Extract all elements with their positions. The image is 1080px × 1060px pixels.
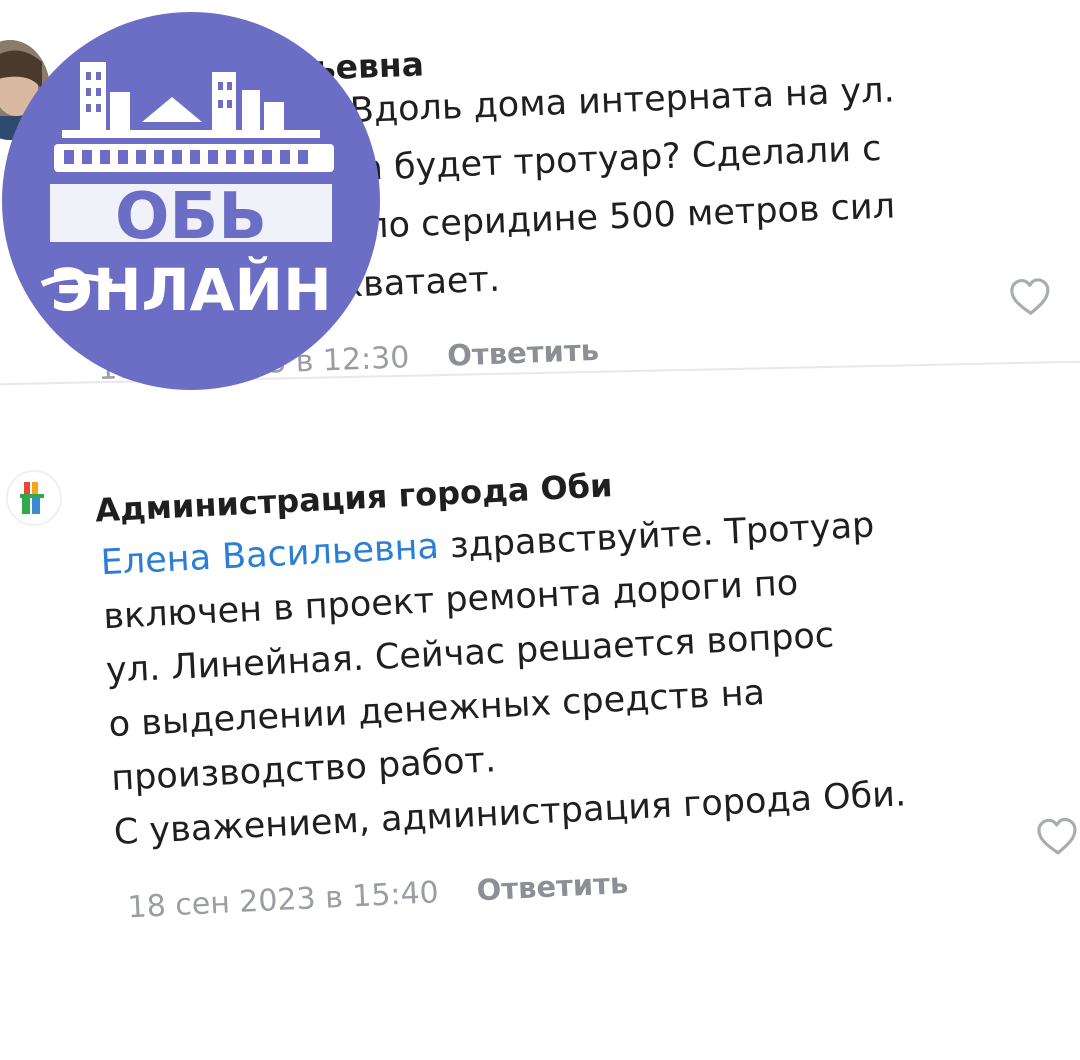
- comment-date[interactable]: 18 сен 2023 в 15:40: [127, 875, 440, 925]
- reply-button[interactable]: Ответить: [476, 866, 629, 907]
- comment-2-body: Администрация города Оби Елена Васильевн…: [0, 414, 1080, 986]
- watermark-line2: ЭНЛАЙН: [50, 255, 331, 324]
- comment-text: Елена Васильевна здравствуйте. Тротуар в…: [99, 492, 1014, 860]
- heart-outline-icon[interactable]: [1034, 816, 1080, 858]
- reply-button[interactable]: Ответить: [447, 333, 600, 373]
- comment-meta: 18 сен 2023 в 15:40 Ответить: [127, 866, 629, 925]
- comment-2: Администрация города Оби Елена Васильевн…: [0, 440, 1080, 960]
- avatar[interactable]: [6, 470, 62, 526]
- mention-link[interactable]: Елена Васильевна: [100, 527, 440, 583]
- watermark-logo: ОБЬ ЭНЛАЙН: [2, 12, 380, 390]
- watermark-line1: ОБЬ: [115, 180, 267, 254]
- heart-outline-icon[interactable]: [1007, 276, 1053, 318]
